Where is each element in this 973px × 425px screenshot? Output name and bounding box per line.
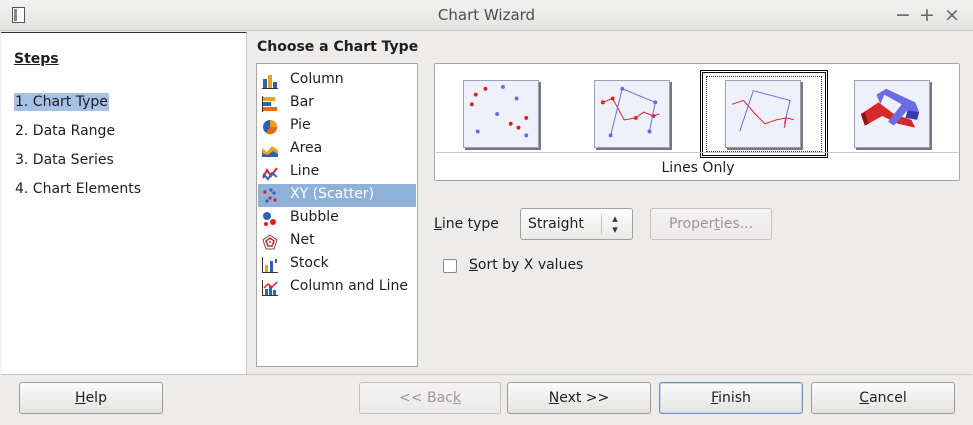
list-item-label: Bubble [290,209,339,225]
divider [1,374,972,375]
steps-panel: Steps 1. Chart Type 2. Data Range 3. Dat… [1,32,247,374]
step-data-series[interactable]: 3. Data Series [14,151,115,169]
step-data-range[interactable]: 2. Data Range [14,122,116,140]
bubble-chart-icon [263,212,276,226]
scatter-chart-icon [263,188,277,203]
list-item-label: Column [290,71,344,87]
chart-type-list[interactable]: Column Bar Pie Area Line XY (Scatter) Bu… [256,63,418,367]
area-chart-icon [262,146,278,157]
mnemonic: k [452,390,461,406]
next-button-label: ext >> [559,390,610,406]
pie-chart-icon [263,120,278,135]
mnemonic: S [469,257,478,273]
list-item-label: XY (Scatter) [290,186,375,202]
next-button[interactable]: Next >> [507,382,651,414]
mnemonic: C [859,390,870,406]
list-item-label: Stock [290,255,329,271]
sort-by-x-checkbox[interactable] [443,259,457,273]
list-item-label: Line [290,163,320,179]
step-chart-elements[interactable]: 4. Chart Elements [14,180,142,198]
divider [601,214,602,234]
help-button[interactable]: Help [19,382,163,414]
mnemonic: L [434,216,442,232]
cancel-button[interactable]: Cancel [811,382,955,414]
lines-only-icon [725,80,801,148]
close-button[interactable]: × [942,4,962,26]
line-type-select[interactable]: Straight ▴ ▾ [520,208,633,240]
divider [436,152,958,153]
chart-variant-panel: Lines Only [434,63,960,181]
list-item-column-and-line[interactable]: Column and Line [258,276,416,299]
mnemonic: N [548,390,560,406]
finish-button[interactable]: Finish [659,382,803,414]
variant-lines-only[interactable] [700,70,828,158]
minimize-button[interactable]: − [893,4,913,26]
help-button-label: elp [85,390,107,406]
stock-chart-icon [262,257,278,273]
finish-button-label: inish [718,390,751,406]
properties-button-label-1: Proper [668,216,715,232]
up-down-chevron-icon: ▴ ▾ [612,212,618,236]
step-chart-type[interactable]: 1. Chart Type [14,93,109,111]
properties-button[interactable]: Properties... [650,208,772,240]
list-item-xy-scatter[interactable]: XY (Scatter) [258,184,416,207]
variant-points-only[interactable] [459,76,543,152]
list-item-line[interactable]: Line [258,161,416,184]
variant-points-and-lines[interactable] [590,76,674,152]
title-bar: Chart Wizard − + × [0,0,973,31]
net-chart-icon [262,234,278,250]
list-item-bubble[interactable]: Bubble [258,207,416,230]
list-item-pie[interactable]: Pie [258,115,416,138]
back-button-label: << Bac [399,390,453,406]
line-type-label: Line type [434,216,499,232]
steps-heading: Steps [14,51,59,67]
list-item-label: Pie [290,117,311,133]
line-chart-icon [262,167,278,181]
list-item-label: Bar [290,94,314,110]
3d-lines-icon [854,80,930,148]
line-type-label-text: ine type [441,216,499,232]
properties-button-label-2: ies... [719,216,754,232]
list-item-area[interactable]: Area [258,138,416,161]
mnemonic: H [75,390,86,406]
bar-chart-icon [262,96,277,112]
list-item-net[interactable]: Net [258,230,416,253]
list-item-bar[interactable]: Bar [258,92,416,115]
column-chart-icon [262,75,278,89]
section-heading: Choose a Chart Type [257,39,419,55]
list-item-column[interactable]: Column [258,69,416,92]
variant-caption: Lines Only [661,160,735,176]
sort-by-x-label[interactable]: Sort by X values [469,257,583,273]
sort-by-x-label-text: ort by X values [477,257,584,273]
list-item-stock[interactable]: Stock [258,253,416,276]
line-type-value: Straight [528,216,584,232]
points-and-lines-icon [594,80,670,148]
variant-3d-lines[interactable] [850,76,934,152]
list-item-label: Area [290,140,323,156]
list-item-label: Column and Line [290,278,409,294]
list-item-label: Net [290,232,315,248]
cancel-button-label: ancel [869,390,907,406]
window-title: Chart Wizard [437,6,536,24]
maximize-button[interactable]: + [917,4,937,26]
column-line-chart-icon [262,280,278,296]
back-button[interactable]: << Back [359,382,501,414]
points-only-icon [463,80,539,148]
